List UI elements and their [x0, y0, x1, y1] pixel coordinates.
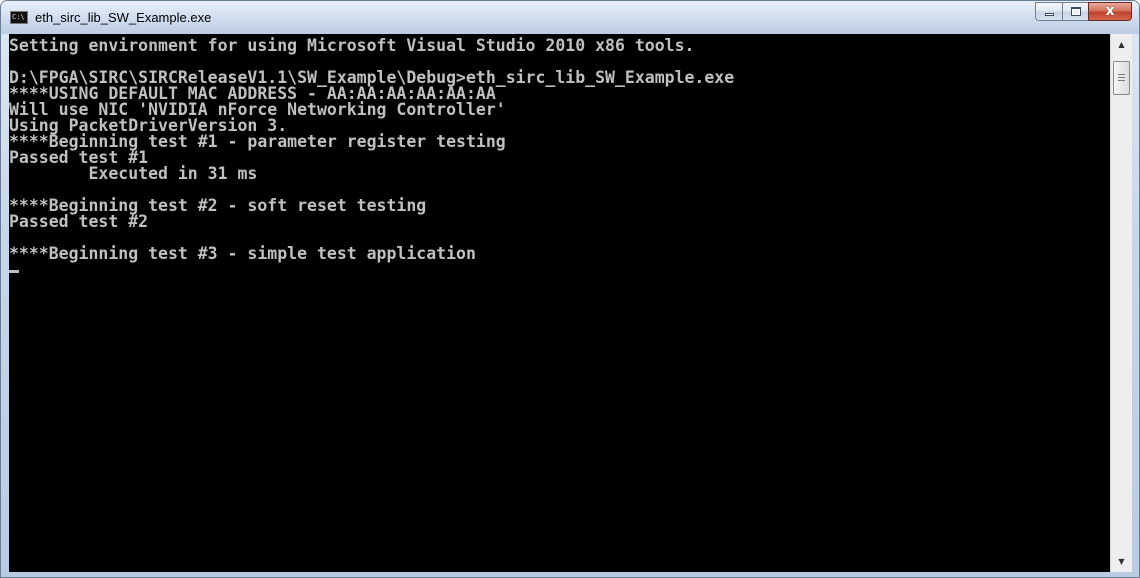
minimize-button[interactable] — [1035, 2, 1062, 21]
text-cursor — [9, 270, 19, 273]
scrollbar-thumb[interactable] — [1113, 61, 1130, 95]
console-app-icon[interactable]: C:\ — [10, 11, 28, 24]
console-line: ****Beginning test #3 - simple test appl… — [9, 244, 476, 263]
caption-buttons: x — [1035, 2, 1132, 22]
scroll-up-arrow-icon[interactable]: ▲ — [1111, 34, 1132, 55]
console-cursor-line — [9, 262, 1110, 278]
maximize-button[interactable] — [1062, 2, 1088, 21]
scroll-down-arrow-icon[interactable]: ▼ — [1111, 551, 1132, 572]
thumb-grip-line — [1118, 77, 1125, 78]
console-output[interactable]: Setting environment for using Microsoft … — [9, 34, 1110, 572]
window-title: eth_sirc_lib_SW_Example.exe — [35, 10, 212, 25]
console-line: Executed in 31 ms — [9, 164, 258, 183]
console-line: Passed test #2 — [9, 212, 149, 231]
maximize-icon — [1071, 7, 1081, 16]
close-button[interactable]: x — [1088, 2, 1132, 21]
console-window: C:\ eth_sirc_lib_SW_Example.exe x Settin… — [0, 0, 1140, 578]
console-line: ****Beginning test #2 - soft reset testi… — [9, 196, 427, 215]
minimize-icon — [1045, 13, 1054, 16]
title-bar[interactable]: C:\ eth_sirc_lib_SW_Example.exe x — [1, 1, 1139, 34]
thumb-grip-line — [1118, 74, 1125, 75]
thumb-grip-line — [1118, 80, 1125, 81]
vertical-scrollbar[interactable]: ▲ ▼ — [1110, 34, 1132, 572]
console-text: Setting environment for using Microsoft … — [9, 34, 1110, 278]
console-line: Setting environment for using Microsoft … — [9, 36, 695, 55]
close-icon: x — [1105, 3, 1115, 19]
console-line: ****Beginning test #1 - parameter regist… — [9, 132, 506, 151]
